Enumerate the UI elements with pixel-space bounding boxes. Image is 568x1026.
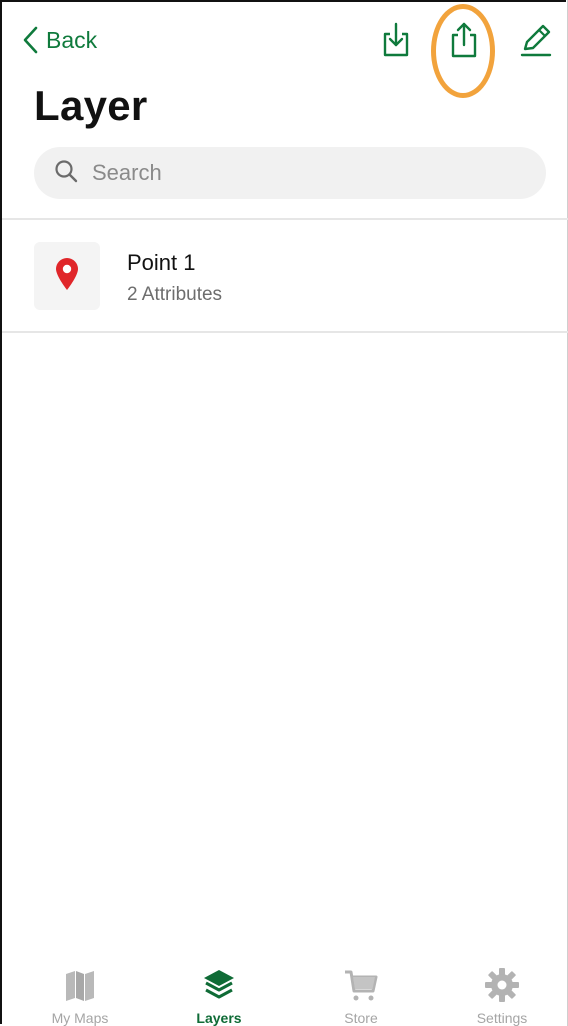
page-title: Layer <box>34 82 148 129</box>
tab-my-maps-label: My Maps <box>51 1010 109 1026</box>
navigation-bar: Back <box>0 0 568 98</box>
map-pin-icon <box>54 257 80 296</box>
edit-pencil-icon <box>519 22 553 63</box>
layer-name: Point 1 <box>127 250 196 275</box>
cart-icon <box>343 966 379 1004</box>
share-button[interactable] <box>444 20 484 64</box>
tab-store[interactable]: Store <box>301 966 421 1026</box>
download-button[interactable] <box>376 20 416 64</box>
tab-bar: My Maps Layers Store Settings <box>2 960 568 1026</box>
edit-button[interactable] <box>516 20 556 64</box>
layer-list-item[interactable]: Point 1 2 Attributes <box>2 222 568 332</box>
back-chevron-icon <box>22 26 38 54</box>
search-bar[interactable] <box>34 147 546 199</box>
back-label: Back <box>46 26 98 53</box>
search-input[interactable] <box>90 159 514 187</box>
layers-icon <box>201 966 237 1004</box>
layer-attributes-count: 2 Attributes <box>127 284 223 305</box>
tab-layers-label: Layers <box>196 1010 242 1026</box>
divider-top <box>2 218 568 220</box>
tab-settings[interactable]: Settings <box>442 966 562 1026</box>
map-icon <box>63 966 97 1004</box>
layer-thumbnail <box>34 242 100 310</box>
search-icon <box>54 159 78 188</box>
download-icon <box>381 22 411 63</box>
tab-settings-label: Settings <box>476 1010 528 1026</box>
gear-icon <box>484 966 520 1004</box>
divider-bottom <box>2 331 568 333</box>
share-icon <box>449 21 479 64</box>
tab-my-maps[interactable]: My Maps <box>20 966 140 1026</box>
back-button[interactable]: Back <box>22 22 97 58</box>
tab-layers[interactable]: Layers <box>159 966 279 1026</box>
tab-store-label: Store <box>344 1010 378 1026</box>
